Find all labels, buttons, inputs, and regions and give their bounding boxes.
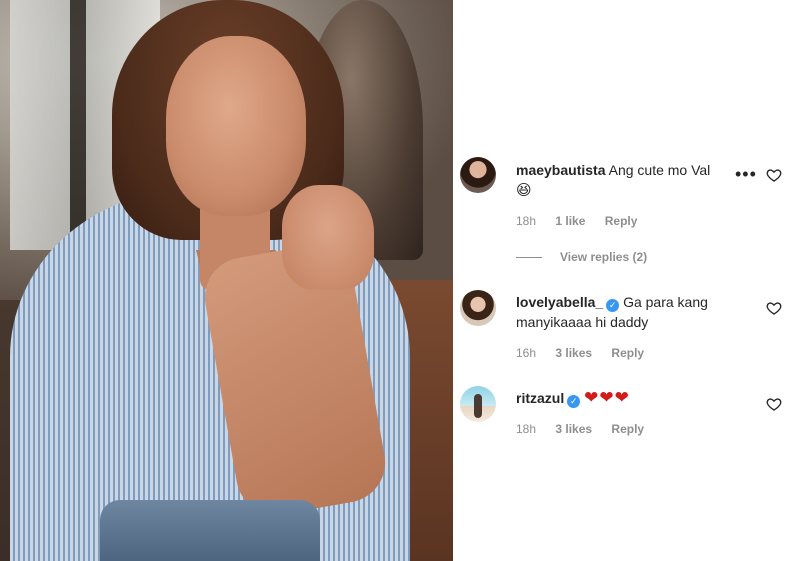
comment-body: maeybautista Ang cute mo Val 😆 (516, 160, 760, 201)
photo-jeans (100, 500, 320, 561)
comment-likes[interactable]: 3 likes (555, 422, 592, 436)
post-photo[interactable] (0, 0, 453, 561)
comments-panel: maeybautista Ang cute mo Val 😆 ••• 18h 1… (453, 0, 800, 561)
comment-username[interactable]: lovelyabella_ (516, 294, 603, 310)
comment-body: lovelyabella_ ✓ Ga para kang manyikaaaa h… (516, 292, 760, 332)
laughing-emoji-icon: 😆 (516, 182, 532, 199)
verified-badge-icon: ✓ (606, 299, 620, 312)
comment-time: 18h (516, 422, 537, 436)
avatar-ritzazul[interactable] (460, 386, 496, 422)
comment-likes[interactable]: 3 likes (555, 346, 592, 360)
heart-outline-icon[interactable] (766, 396, 782, 412)
red-heart-emoji-icon: ❤❤❤ (584, 388, 630, 407)
photo-hand (282, 185, 374, 290)
comment-time: 16h (516, 346, 537, 360)
replies-divider (516, 256, 542, 258)
photo-face (166, 36, 306, 216)
avatar-lovelyabella[interactable] (460, 290, 496, 326)
comment-time: 18h (516, 214, 537, 228)
reply-button[interactable]: Reply (611, 346, 644, 360)
comment-text: Ang cute mo Val (608, 162, 711, 178)
comment-body: ritzazul ✓ ❤❤❤ (516, 388, 760, 408)
heart-outline-icon[interactable] (766, 300, 782, 316)
view-replies-button[interactable]: View replies (2) (516, 250, 647, 264)
avatar-maeybautista[interactable] (460, 157, 496, 193)
comment-username[interactable]: maeybautista (516, 162, 605, 178)
reply-button[interactable]: Reply (605, 214, 638, 228)
heart-outline-icon[interactable] (766, 167, 782, 183)
comment-likes[interactable]: 1 like (555, 214, 585, 228)
view-replies-label: View replies (2) (560, 250, 648, 264)
comment-username[interactable]: ritzazul (516, 390, 564, 406)
verified-badge-icon: ✓ (567, 395, 581, 408)
comment-meta: 18h 3 likes Reply (516, 422, 660, 436)
more-options-icon[interactable]: ••• (735, 164, 757, 185)
reply-button[interactable]: Reply (611, 422, 644, 436)
comment-meta: 16h 3 likes Reply (516, 346, 660, 360)
comment-meta: 18h 1 like Reply (516, 214, 653, 228)
